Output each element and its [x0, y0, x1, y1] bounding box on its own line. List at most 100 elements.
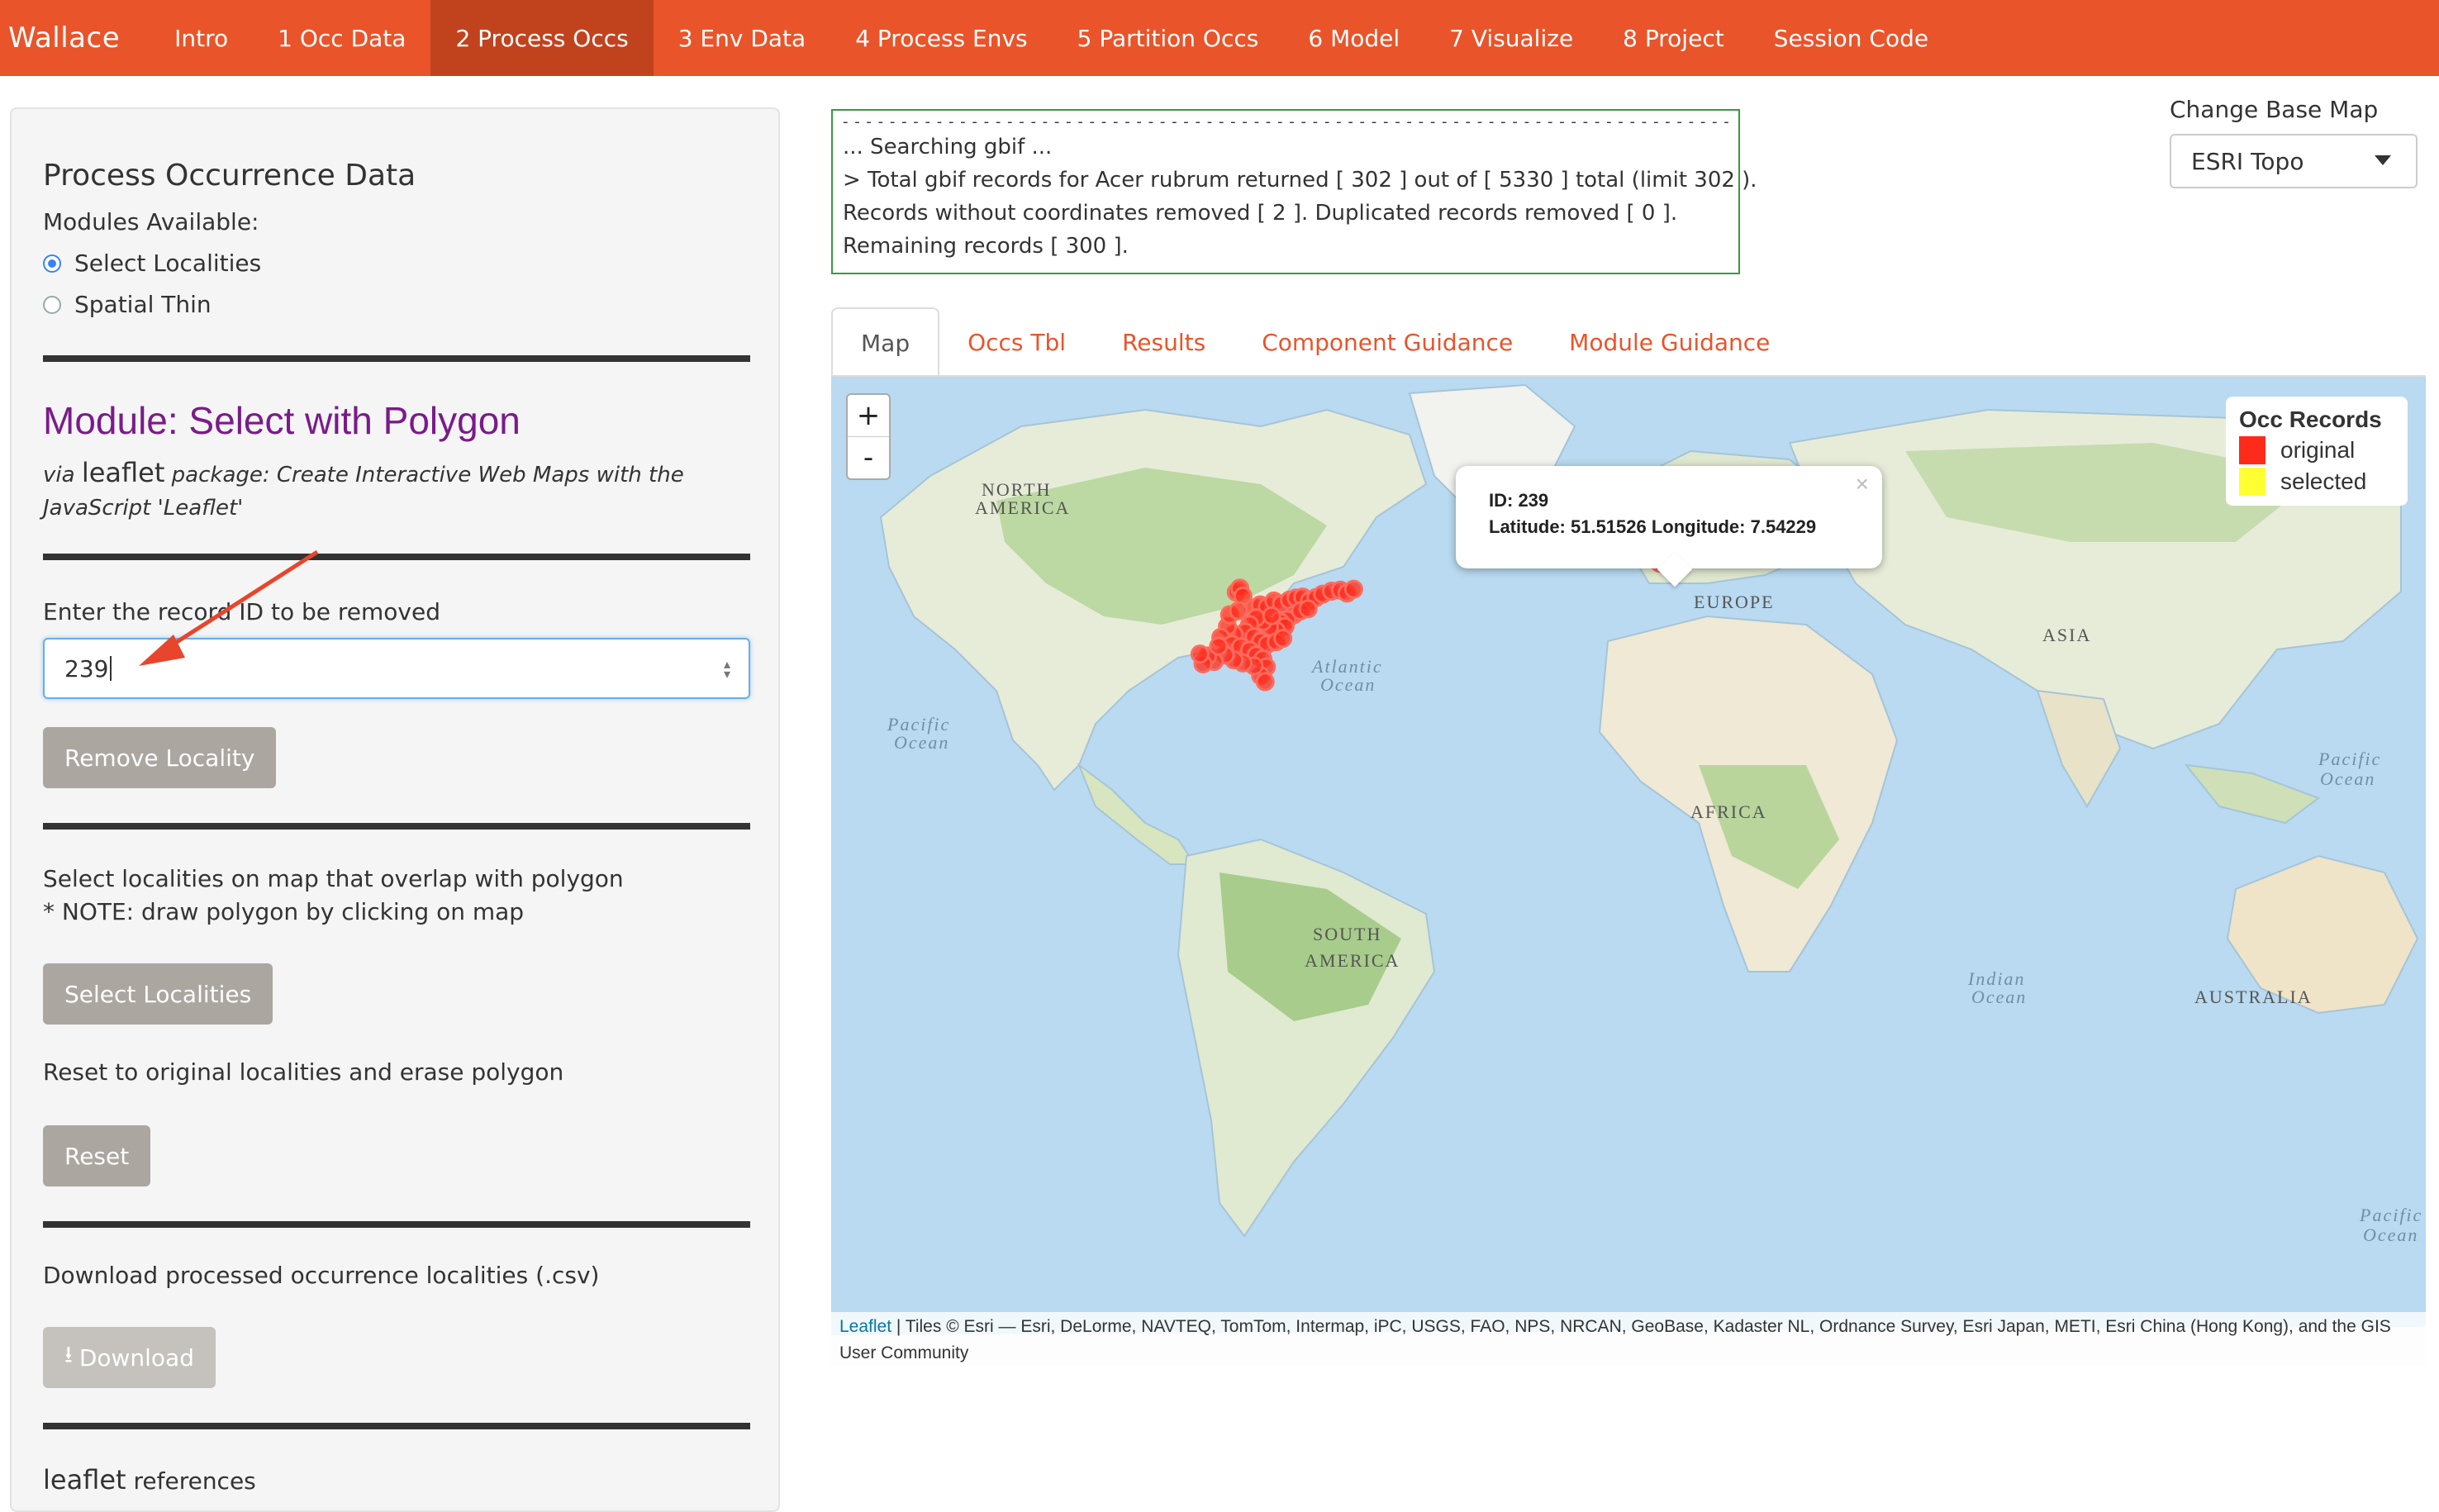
zoom-control: + -: [846, 393, 891, 480]
console-line: Remaining records [ 300 ].: [843, 234, 1129, 259]
map-legend: Occ Records original selected: [2226, 397, 2408, 506]
popup-id: ID: 239: [1489, 490, 1549, 511]
popup-coordinates: Latitude: 51.51526 Longitude: 7.54229: [1489, 516, 1817, 537]
content-tabs: Map Occs Tbl Results Component Guidance …: [831, 307, 1798, 377]
module-description: via leaflet package: Create Interactive …: [43, 456, 750, 525]
console-line: > Total gbif records for Acer rubrum ret…: [843, 168, 1757, 193]
number-spinner-icon[interactable]: ▴ ▾: [724, 658, 730, 681]
land-central-america: [1077, 763, 1196, 865]
section-title: Process Occurrence Data: [43, 159, 416, 193]
console-separator: - - - - - - - - - - - - - - - - - - - - …: [843, 113, 1730, 131]
nav-tab-4-process-envs[interactable]: 4 Process Envs: [830, 0, 1052, 76]
divider: [43, 823, 750, 830]
label-pacific-ocean-west: Ocean: [894, 732, 949, 753]
nav-tab-6-model[interactable]: 6 Model: [1283, 0, 1424, 76]
module-option-select-localities[interactable]: Select Localities: [43, 250, 261, 277]
nav-tab-3-env-data[interactable]: 3 Env Data: [654, 0, 830, 76]
select-instructions: Select localities on map that overlap wi…: [43, 865, 624, 892]
close-icon[interactable]: ×: [1856, 471, 1869, 497]
label-pacific-ocean-south: Pacific: [2359, 1205, 2422, 1225]
log-console: - - - - - - - - - - - - - - - - - - - - …: [831, 109, 1757, 274]
tab-occs-tbl[interactable]: Occs Tbl: [939, 307, 1094, 377]
nav-tab-5-partition-occs[interactable]: 5 Partition Occs: [1053, 0, 1284, 76]
basemap-label: Change Base Map: [2170, 96, 2379, 123]
legend-label: original: [2280, 437, 2356, 463]
nav-tab-8-project[interactable]: 8 Project: [1598, 0, 1749, 76]
map-attribution: Leaflet | Tiles © Esri — Esri, DeLorme, …: [831, 1312, 2426, 1370]
occurrence-marker[interactable]: [1273, 629, 1293, 649]
occurrence-marker[interactable]: [1209, 636, 1229, 656]
download-button[interactable]: ⭳ Download: [43, 1327, 216, 1388]
download-icon: ⭳: [64, 1341, 73, 1368]
references-package: leaflet: [43, 1464, 126, 1495]
tab-module-guidance[interactable]: Module Guidance: [1541, 307, 1798, 377]
tab-results[interactable]: Results: [1094, 307, 1234, 377]
caret-down-icon: [2375, 155, 2391, 165]
top-navbar: Wallace Intro 1 Occ Data 2 Process Occs 3 E…: [0, 0, 2439, 76]
download-button-label: Download: [78, 1343, 194, 1372]
occurrence-marker[interactable]: [1229, 601, 1248, 620]
remove-record-label: Enter the record ID to be removed: [43, 598, 440, 625]
label-south-america: SOUTH: [1313, 924, 1381, 944]
legend-swatch-red: [2239, 436, 2265, 464]
basemap-selected-value: ESRI Topo: [2191, 147, 2304, 175]
divider: [43, 1423, 750, 1429]
modules-label: Modules Available:: [43, 208, 259, 235]
legend-title: Occ Records: [2239, 407, 2382, 432]
console-line: Records without coordinates removed [ 2 …: [843, 201, 1678, 226]
tab-map[interactable]: Map: [831, 307, 940, 377]
divider: [43, 1221, 750, 1228]
divider: [43, 355, 750, 362]
label-pacific-ocean-east: Pacific: [2318, 749, 2381, 769]
basemap-select[interactable]: ESRI Topo: [2170, 134, 2418, 188]
label-north-america: AMERICA: [975, 497, 1070, 518]
module-option-label: Spatial Thin: [74, 291, 212, 318]
tab-component-guidance[interactable]: Component Guidance: [1234, 307, 1541, 377]
label-pacific-ocean-south: Ocean: [2363, 1224, 2418, 1245]
module-option-spatial-thin[interactable]: Spatial Thin: [43, 291, 212, 318]
reset-button[interactable]: Reset: [43, 1125, 151, 1186]
radio-unchecked-icon[interactable]: [43, 295, 61, 314]
label-south-america: AMERICA: [1305, 950, 1400, 971]
zoom-in-button[interactable]: +: [848, 395, 889, 437]
nav-tab-1-occ-data[interactable]: 1 Occ Data: [253, 0, 430, 76]
nav-tab-session-code[interactable]: Session Code: [1749, 0, 1953, 76]
occurrence-marker[interactable]: [1343, 579, 1363, 599]
nav-tab-intro[interactable]: Intro: [150, 0, 253, 76]
label-australia: AUSTRALIA: [2194, 987, 2313, 1007]
download-instructions: Download processed occurrence localities…: [43, 1262, 600, 1289]
nav-tab-2-process-occs[interactable]: 2 Process Occs: [430, 0, 654, 76]
reset-instructions: Reset to original localities and erase p…: [43, 1058, 564, 1086]
occurrence-marker[interactable]: [1262, 606, 1281, 625]
console-line: ... Searching gbif ...: [843, 135, 1053, 159]
app-brand[interactable]: Wallace: [0, 21, 150, 55]
label-europe: EUROPE: [1694, 592, 1775, 612]
select-localities-button[interactable]: Select Localities: [43, 963, 273, 1025]
legend-item-selected: selected: [2239, 468, 2394, 496]
zoom-out-button[interactable]: -: [848, 437, 889, 478]
leaflet-link[interactable]: Leaflet: [839, 1317, 891, 1336]
package-name[interactable]: leaflet: [82, 457, 165, 488]
via-label: via: [43, 463, 75, 487]
occurrence-marker[interactable]: [1298, 599, 1318, 619]
divider: [43, 554, 750, 560]
references-label: references: [133, 1467, 256, 1495]
occurrence-marker[interactable]: [1190, 644, 1210, 664]
label-asia: ASIA: [2042, 625, 2091, 645]
label-pacific-ocean-east: Ocean: [2320, 768, 2375, 789]
occurrence-marker[interactable]: [1255, 672, 1275, 692]
legend-label: selected: [2280, 468, 2367, 494]
nav-tabs: Intro 1 Occ Data 2 Process Occs 3 Env Data 4…: [150, 0, 1953, 76]
attribution-text: | Tiles © Esri — Esri, DeLorme, NAVTEQ, …: [839, 1317, 2391, 1362]
remove-locality-button[interactable]: Remove Locality: [43, 727, 277, 788]
record-id-value: 239: [64, 654, 109, 682]
legend-item-original: original: [2239, 436, 2394, 464]
radio-checked-icon[interactable]: [43, 254, 61, 273]
nav-tab-7-visualize[interactable]: 7 Visualize: [1424, 0, 1598, 76]
label-africa: AFRICA: [1690, 801, 1767, 822]
label-indian-ocean: Ocean: [1971, 987, 2027, 1007]
record-id-input[interactable]: 239 ▴ ▾: [43, 638, 750, 699]
legend-swatch-yellow: [2239, 468, 2265, 496]
leaflet-map[interactable]: NORTH AMERICA Atlantic Ocean Pacific Oce…: [831, 377, 2426, 1365]
module-option-label: Select Localities: [74, 250, 262, 277]
